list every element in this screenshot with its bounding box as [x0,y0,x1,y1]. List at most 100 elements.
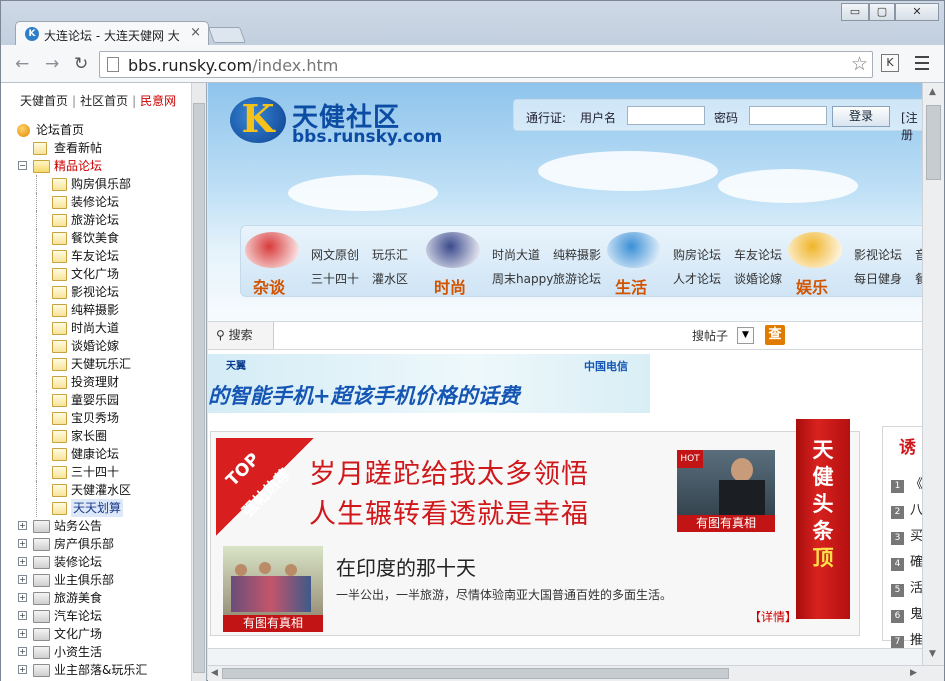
back-arrow-icon[interactable]: ← [15,54,29,74]
minimize-button[interactable]: ▭ [841,3,869,21]
address-bar[interactable]: bbs.runsky.com/index.htm ☆ [99,51,873,78]
tree-item[interactable]: 文化广场 [1,265,191,283]
extension-icon[interactable]: K [881,54,899,72]
story-title[interactable]: 在印度的那十天 [336,552,476,581]
tree-item[interactable]: 三十四十 [1,463,191,481]
maximize-button[interactable]: ▢ [869,3,895,21]
sidebar-scroll-thumb[interactable] [193,103,205,673]
close-window-button[interactable]: ✕ [895,3,939,21]
tab-close-icon[interactable]: × [190,25,201,40]
category-icon[interactable] [788,232,842,268]
tree-item[interactable]: 谈婚论嫁 [1,337,191,355]
details-link[interactable]: 【详情】 [749,608,797,625]
expand-icon[interactable]: + [18,575,27,584]
forward-arrow-icon[interactable]: → [45,54,59,74]
tree-item[interactable]: + 房产俱乐部 [1,535,191,553]
category-name[interactable]: 时尚 [434,274,466,298]
hot-list-item[interactable]: 2八 [891,499,923,519]
site-logo-icon[interactable]: K [230,97,286,143]
password-input[interactable] [749,106,827,125]
expand-icon[interactable]: + [18,647,27,656]
tree-item[interactable]: 投资理财 [1,373,191,391]
page-scrollbar-horizontal[interactable]: ◀ ▶ [208,665,944,681]
category-link[interactable]: 影视论坛 [854,246,902,263]
hot-list-item[interactable]: 3买 [891,525,923,545]
tree-item[interactable]: 影视论坛 [1,283,191,301]
tree-item[interactable]: 家长圈 [1,427,191,445]
collapse-icon[interactable]: − [18,161,27,170]
new-tab-button[interactable] [208,27,246,43]
tree-item[interactable]: − 精品论坛 [1,157,191,175]
tree-item[interactable]: 纯粹摄影 [1,301,191,319]
minyi-link[interactable]: 民意网 [140,94,176,108]
featured-headline-2[interactable]: 人生辗转看透就是幸福 [309,492,589,531]
login-button[interactable]: 登录 [832,106,890,127]
story-photo[interactable]: 有图有真相 [223,546,323,632]
category-icon[interactable] [426,232,480,268]
tree-item[interactable]: 天天划算 [1,499,191,517]
tree-item[interactable]: + 旅游美食 [1,589,191,607]
category-link[interactable]: 纯粹摄影 [553,246,601,263]
reload-icon[interactable]: ↻ [74,54,88,74]
tree-item[interactable]: 购房俱乐部 [1,175,191,193]
telecom-ad-banner[interactable]: 天翼 中国电信 的智能手机+超该手机价格的话费 [208,354,650,413]
expand-icon[interactable]: + [18,521,27,530]
headline-ribbon[interactable]: 天 健 头 条 顶 [796,419,850,619]
tree-item[interactable]: 童婴乐园 [1,391,191,409]
tree-item[interactable]: 餐饮美食 [1,229,191,247]
page-scrollbar-vertical[interactable]: ▲ ▼ [922,83,944,665]
tree-item[interactable]: 旅游论坛 [1,211,191,229]
featured-headline-1[interactable]: 岁月蹉跎给我太多领悟 [309,452,589,491]
tree-item[interactable]: 宝贝秀场 [1,409,191,427]
category-link[interactable]: 车友论坛 [734,246,782,263]
hot-list-item[interactable]: 6鬼 [891,603,923,623]
search-input[interactable] [275,322,685,349]
expand-icon[interactable]: + [18,665,27,674]
sidebar-scrollbar[interactable] [191,83,206,681]
hot-list-item[interactable]: 5活 [891,577,923,597]
vertical-scroll-thumb[interactable] [926,105,941,180]
tree-item[interactable]: 查看新帖 [1,139,191,157]
expand-icon[interactable]: + [18,629,27,638]
tree-item[interactable]: 天健玩乐汇 [1,355,191,373]
category-name[interactable]: 娱乐 [796,274,828,298]
hot-list-item[interactable]: 7推 [891,629,923,649]
tree-item[interactable]: + 装修论坛 [1,553,191,571]
tree-item[interactable]: + 小资生活 [1,643,191,661]
browser-tab[interactable]: K 大连论坛 - 大连天健网 大 × [15,21,209,46]
tree-item[interactable]: + 文化广场 [1,625,191,643]
category-name[interactable]: 生活 [615,274,647,298]
category-icon[interactable] [245,232,299,268]
expand-icon[interactable]: + [18,539,27,548]
expand-icon[interactable]: + [18,611,27,620]
horizontal-scroll-thumb[interactable] [222,668,729,679]
category-link[interactable]: 谈婚论嫁 [734,270,782,287]
category-name[interactable]: 杂谈 [253,274,285,298]
category-icon[interactable] [607,232,661,268]
category-link[interactable]: 旅游论坛 [553,270,601,287]
url-text[interactable]: bbs.runsky.com/index.htm [128,56,338,75]
category-link[interactable]: 三十四十 [311,270,359,287]
category-link[interactable]: 网文原创 [311,246,359,263]
tree-item[interactable]: + 站务公告 [1,517,191,535]
bookmark-star-icon[interactable]: ☆ [851,53,868,75]
register-link[interactable]: [注册 [901,109,924,143]
tree-item[interactable]: 健康论坛 [1,445,191,463]
tree-item[interactable]: + 业主俱乐部 [1,571,191,589]
tree-root[interactable]: 论坛首页 [1,121,191,139]
tree-item[interactable]: 装修论坛 [1,193,191,211]
home-link[interactable]: 天健首页 [20,94,68,108]
search-go-button[interactable]: 查 [765,325,785,345]
category-link[interactable]: 周末happy [492,270,553,287]
category-link[interactable]: 购房论坛 [673,246,721,263]
tree-item[interactable]: 时尚大道 [1,319,191,337]
menu-icon[interactable] [915,56,929,74]
category-link[interactable]: 人才论坛 [673,270,721,287]
tree-item[interactable]: 车友论坛 [1,247,191,265]
tree-item[interactable]: + 汽车论坛 [1,607,191,625]
chevron-down-icon[interactable]: ▼ [737,327,754,344]
category-link[interactable]: 每日健身 [854,270,902,287]
category-link[interactable]: 灌水区 [372,270,408,287]
username-input[interactable] [627,106,705,125]
tree-item[interactable]: 天健灌水区 [1,481,191,499]
